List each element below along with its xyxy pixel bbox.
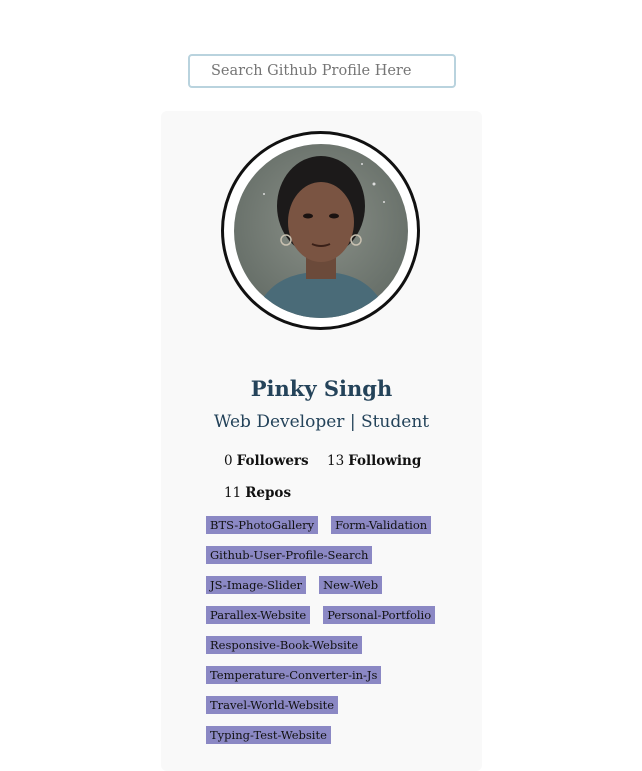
following-label: Following [348, 453, 422, 469]
repo-link[interactable]: BTS-PhotoGallery [206, 516, 319, 534]
repo-link[interactable]: Github-User-Profile-Search [206, 546, 373, 564]
repo-link[interactable]: Travel-World-Website [206, 696, 339, 714]
repo-link[interactable]: Parallex-Website [206, 606, 311, 624]
avatar-image [234, 144, 408, 318]
repo-link[interactable]: Typing-Test-Website [206, 726, 331, 744]
profile-name: Pinky Singh [250, 376, 393, 401]
followers-label: Followers [236, 453, 309, 469]
avatar [234, 144, 408, 318]
repo-link[interactable]: Temperature-Converter-in-Js [206, 666, 382, 684]
repo-link[interactable]: New-Web [319, 576, 383, 594]
repos-stat: 11 Repos [224, 485, 291, 501]
following-stat: 13 Following [327, 453, 421, 469]
search-input[interactable] [188, 54, 456, 88]
followers-count: 0 [224, 453, 233, 469]
profile-card: Pinky Singh Web Developer | Student 0 Fol… [161, 111, 482, 771]
repos-count: 11 [224, 485, 242, 501]
repos-label: Repos [245, 485, 292, 501]
repo-link[interactable]: Form-Validation [331, 516, 432, 534]
following-count: 13 [327, 453, 345, 469]
repo-list: BTS-PhotoGallery Form-Validation Github-… [206, 516, 446, 744]
repo-link[interactable]: Personal-Portfolio [323, 606, 436, 624]
profile-bio: Web Developer | Student [213, 412, 430, 432]
followers-stat: 0 Followers [224, 453, 309, 469]
repo-link[interactable]: JS-Image-Slider [206, 576, 307, 594]
repo-link[interactable]: Responsive-Book-Website [206, 636, 363, 654]
search-container [188, 54, 456, 88]
avatar-ring [221, 131, 420, 330]
